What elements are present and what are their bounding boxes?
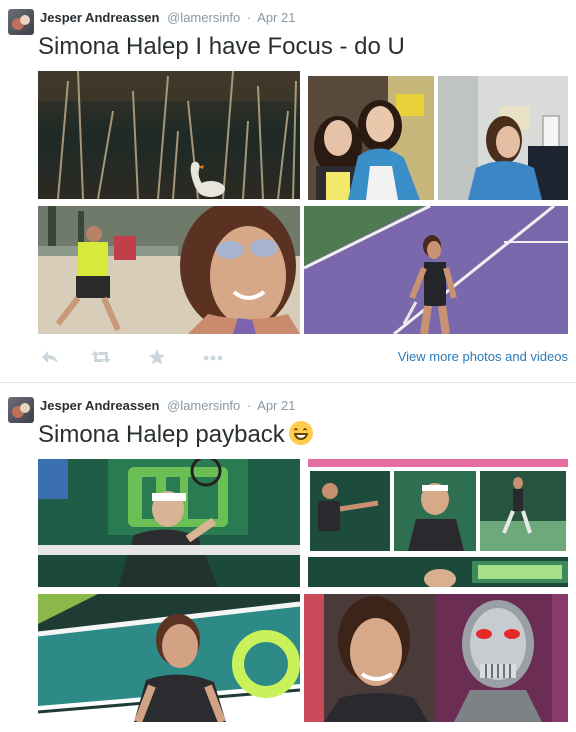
beach-selfie-sunglasses-photo[interactable]	[38, 206, 300, 334]
grinning-face-emoji	[288, 421, 313, 445]
view-more-photos-link[interactable]: View more photos and videos	[398, 349, 568, 364]
tennis-collage-miami-photo[interactable]	[308, 459, 568, 587]
more-dots-icon[interactable]	[203, 348, 223, 366]
woman-blue-jacket-photo[interactable]	[438, 76, 568, 200]
avatar[interactable]	[8, 9, 34, 35]
tweet-text-content: Simona Halep payback	[38, 421, 285, 448]
tweet-header: Jesper Andreassen @lamersinfo · Apr 21	[40, 398, 295, 414]
retweet-icon[interactable]	[90, 348, 111, 366]
tweet-divider	[0, 382, 576, 383]
two-women-selfie-photo[interactable]	[308, 76, 434, 200]
reply-icon[interactable]	[40, 348, 60, 366]
purple-court-player-photo[interactable]	[304, 206, 568, 334]
author-handle[interactable]: @lamersinfo	[167, 398, 240, 413]
tweet-actions: View more photos and videos	[38, 346, 568, 368]
halep-teal-court-closeup-photo[interactable]	[38, 594, 300, 722]
separator: ·	[246, 398, 252, 413]
tennis-forehand-green-wall-photo[interactable]	[38, 459, 300, 587]
author-handle[interactable]: @lamersinfo	[167, 10, 240, 25]
tweet-text: Simona Halep I have Focus - do U	[38, 33, 405, 60]
author-name[interactable]: Jesper Andreassen	[40, 10, 159, 25]
tweet-text: Simona Halep payback	[38, 420, 313, 450]
tweet-date[interactable]: Apr 21	[257, 10, 295, 25]
lake-swan-reeds-photo[interactable]	[38, 71, 300, 199]
tweet-header: Jesper Andreassen @lamersinfo · Apr 21	[40, 10, 295, 26]
star-icon[interactable]	[148, 348, 168, 366]
tweet: Jesper Andreassen @lamersinfo · Apr 21 S…	[0, 0, 576, 382]
avatar[interactable]	[8, 397, 34, 423]
tweet: Jesper Andreassen @lamersinfo · Apr 21 S…	[0, 388, 576, 732]
separator: ·	[246, 10, 252, 25]
author-name[interactable]: Jesper Andreassen	[40, 398, 159, 413]
tweet-date[interactable]: Apr 21	[257, 398, 295, 413]
halep-vs-terminator-photo[interactable]	[304, 594, 568, 722]
